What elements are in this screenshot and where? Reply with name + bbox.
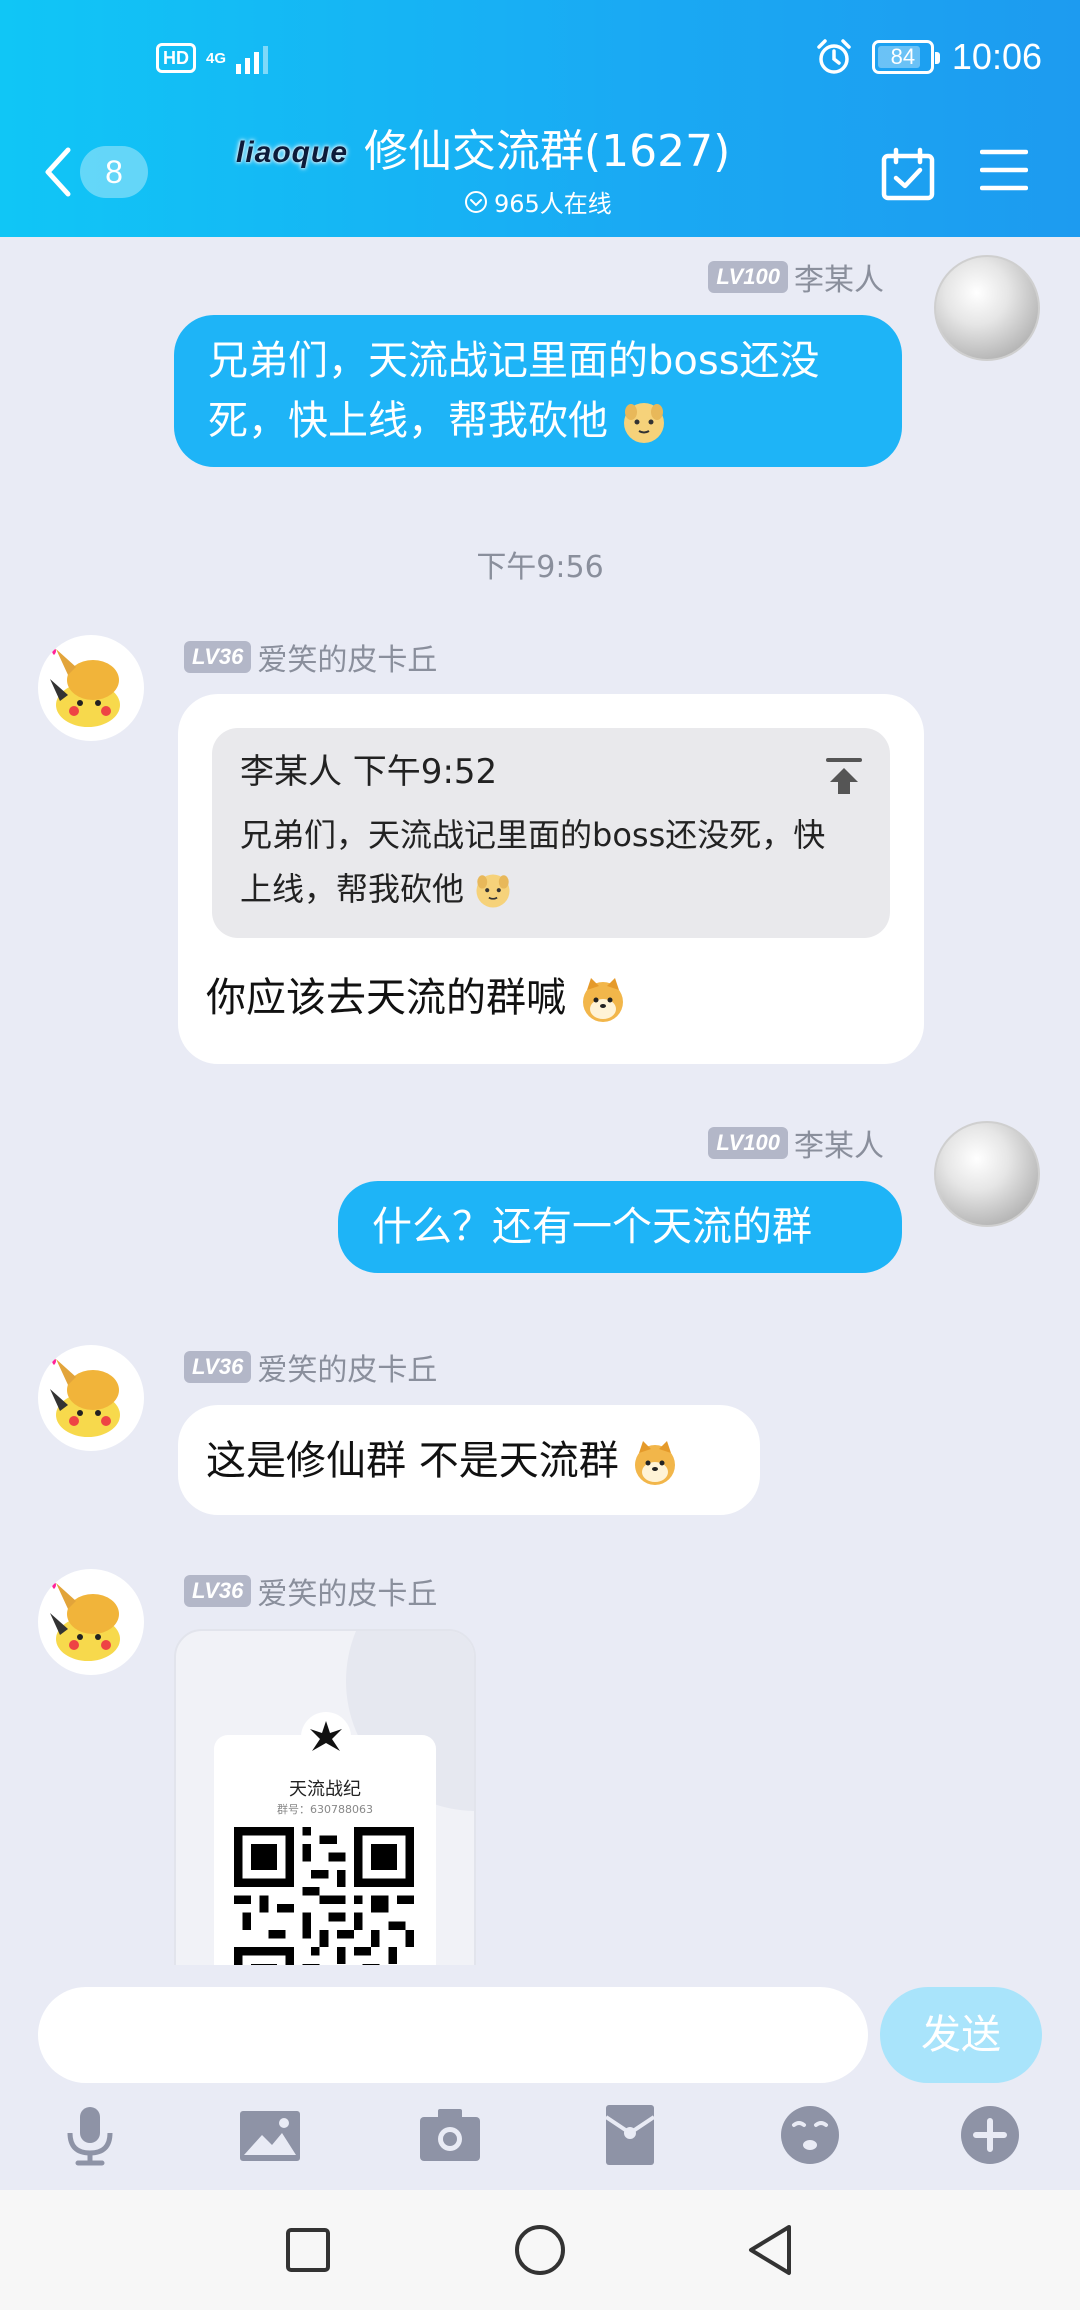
sender-row: LV36 爱笑的皮卡丘 — [184, 635, 437, 679]
qr-code-icon — [234, 1827, 414, 1965]
home-icon — [515, 2225, 565, 2275]
sender-row: LV100 李某人 — [708, 1121, 884, 1165]
emoji-icon[interactable] — [778, 2103, 842, 2167]
sender-name: 爱笑的皮卡丘 — [257, 1577, 438, 1612]
sender-name: 李某人 — [794, 1129, 884, 1164]
microphone-icon[interactable] — [58, 2103, 122, 2167]
camera-icon[interactable] — [418, 2103, 482, 2167]
status-right: 84 10:06 — [814, 36, 1042, 78]
sender-row: LV100 李某人 — [708, 255, 884, 299]
back-button[interactable] — [720, 2190, 820, 2310]
message-text: 什么？还有一个天流的群 — [372, 1204, 812, 1250]
signal-icon — [236, 42, 269, 74]
message-input[interactable] — [38, 1987, 868, 2083]
quote-text: 兄弟们，天流战记里面的boss还没死，快上线，帮我砍他 — [240, 808, 850, 916]
quoted-message[interactable]: 李某人 下午9:52 兄弟们，天流战记里面的boss还没死，快上线，帮我砍他 — [212, 728, 890, 938]
nav-bar: 8 liaoque 修仙交流群(1627) 965人在线 — [0, 118, 1080, 228]
online-chevron-icon — [465, 190, 487, 213]
cheems-emoji-icon — [635, 1441, 676, 1485]
image-icon[interactable] — [238, 2103, 302, 2167]
cheems-emoji-icon — [582, 978, 623, 1022]
message-text: 兄弟们，天流战记里面的boss还没死，快上线，帮我砍他 — [208, 338, 820, 444]
red-packet-icon[interactable] — [598, 2103, 662, 2167]
level-badge: LV36 — [184, 641, 252, 673]
online-status: 965人在线 — [464, 184, 612, 219]
message-bubble[interactable]: 兄弟们，天流战记里面的boss还没死，快上线，帮我砍他 — [174, 315, 902, 467]
sender-name: 爱笑的皮卡丘 — [257, 1353, 438, 1388]
quote-header: 李某人 下午9:52 — [240, 752, 498, 792]
recent-apps-icon — [286, 2228, 330, 2272]
level-badge: LV36 — [184, 1575, 252, 1607]
pikachu-avatar-icon — [50, 1581, 120, 1661]
avatar[interactable] — [38, 1569, 144, 1675]
group-logo: liaoque — [235, 136, 348, 169]
level-badge: LV100 — [708, 1127, 788, 1159]
plus-icon[interactable] — [958, 2103, 1022, 2167]
pikachu-avatar-icon — [50, 647, 120, 727]
message-text: 你应该去天流的群喊 — [206, 975, 566, 1021]
sender-row: LV36 爱笑的皮卡丘 — [184, 1569, 437, 1613]
chat-messages[interactable]: LV100 李某人 兄弟们，天流战记里面的boss还没死，快上线，帮我砍他 下午… — [0, 237, 1080, 1965]
level-badge: LV100 — [708, 261, 788, 293]
home-button[interactable] — [490, 2190, 590, 2310]
message-text-row: 你应该去天流的群喊 — [206, 970, 627, 1026]
calendar-check-icon[interactable] — [880, 146, 936, 202]
quote-text-content: 兄弟们，天流战记里面的boss还没死，快上线，帮我砍他 — [240, 816, 826, 908]
chat-header: HD 4G 84 10:06 8 liaoque 修仙交流群(1627) 965… — [0, 0, 1080, 237]
input-toolbar — [0, 2103, 1080, 2183]
group-avatar-icon — [301, 1712, 351, 1762]
message-bubble[interactable]: 这是修仙群 不是天流群 — [178, 1405, 760, 1515]
card-group-name: 天流战纪 — [289, 1779, 361, 1800]
sender-name: 爱笑的皮卡丘 — [257, 643, 438, 678]
input-area: 发送 — [0, 1965, 1080, 2190]
timestamp-separator: 下午9:56 — [476, 550, 604, 585]
hd-indicator: HD — [156, 43, 196, 73]
group-card-image[interactable]: 天流战纪 群号：630788063 — [174, 1629, 476, 1965]
status-bar: HD 4G 84 10:06 — [0, 0, 1080, 110]
back-triangle-icon — [749, 2225, 791, 2275]
alarm-icon — [817, 39, 851, 74]
battery-level: 84 — [890, 44, 916, 69]
status-time: 10:06 — [951, 36, 1042, 77]
online-count: 965人在线 — [494, 190, 612, 218]
menu-icon[interactable] — [980, 148, 1028, 192]
system-navigation-bar — [0, 2190, 1080, 2310]
recent-apps-button[interactable] — [258, 2190, 358, 2310]
status-left: HD 4G — [156, 42, 269, 74]
jump-to-top-icon[interactable] — [824, 756, 864, 796]
pikachu-avatar-icon — [50, 1357, 120, 1437]
avatar[interactable] — [934, 1121, 1040, 1227]
message-bubble[interactable]: 什么？还有一个天流的群 — [338, 1181, 902, 1273]
send-button[interactable]: 发送 — [880, 1987, 1042, 2083]
avatar[interactable] — [934, 255, 1040, 361]
avatar[interactable] — [38, 1345, 144, 1451]
unread-count-badge[interactable]: 8 — [80, 146, 148, 198]
level-badge: LV36 — [184, 1351, 252, 1383]
group-title[interactable]: 修仙交流群(1627) — [364, 124, 730, 180]
sender-row: LV36 爱笑的皮卡丘 — [184, 1345, 437, 1389]
sender-name: 李某人 — [794, 263, 884, 298]
message-text: 这是修仙群 不是天流群 — [206, 1438, 619, 1484]
message-bubble[interactable]: 李某人 下午9:52 兄弟们，天流战记里面的boss还没死，快上线，帮我砍他 你… — [178, 694, 924, 1064]
avatar[interactable] — [38, 635, 144, 741]
battery-icon: 84 — [871, 40, 940, 74]
doge-emoji-icon — [476, 874, 510, 908]
network-type: 4G — [206, 49, 227, 67]
card-group-number: 群号：630788063 — [277, 1803, 373, 1816]
back-arrow-icon[interactable] — [40, 144, 74, 200]
group-card: 天流战纪 群号：630788063 — [214, 1712, 436, 1965]
doge-emoji-icon — [623, 403, 664, 443]
